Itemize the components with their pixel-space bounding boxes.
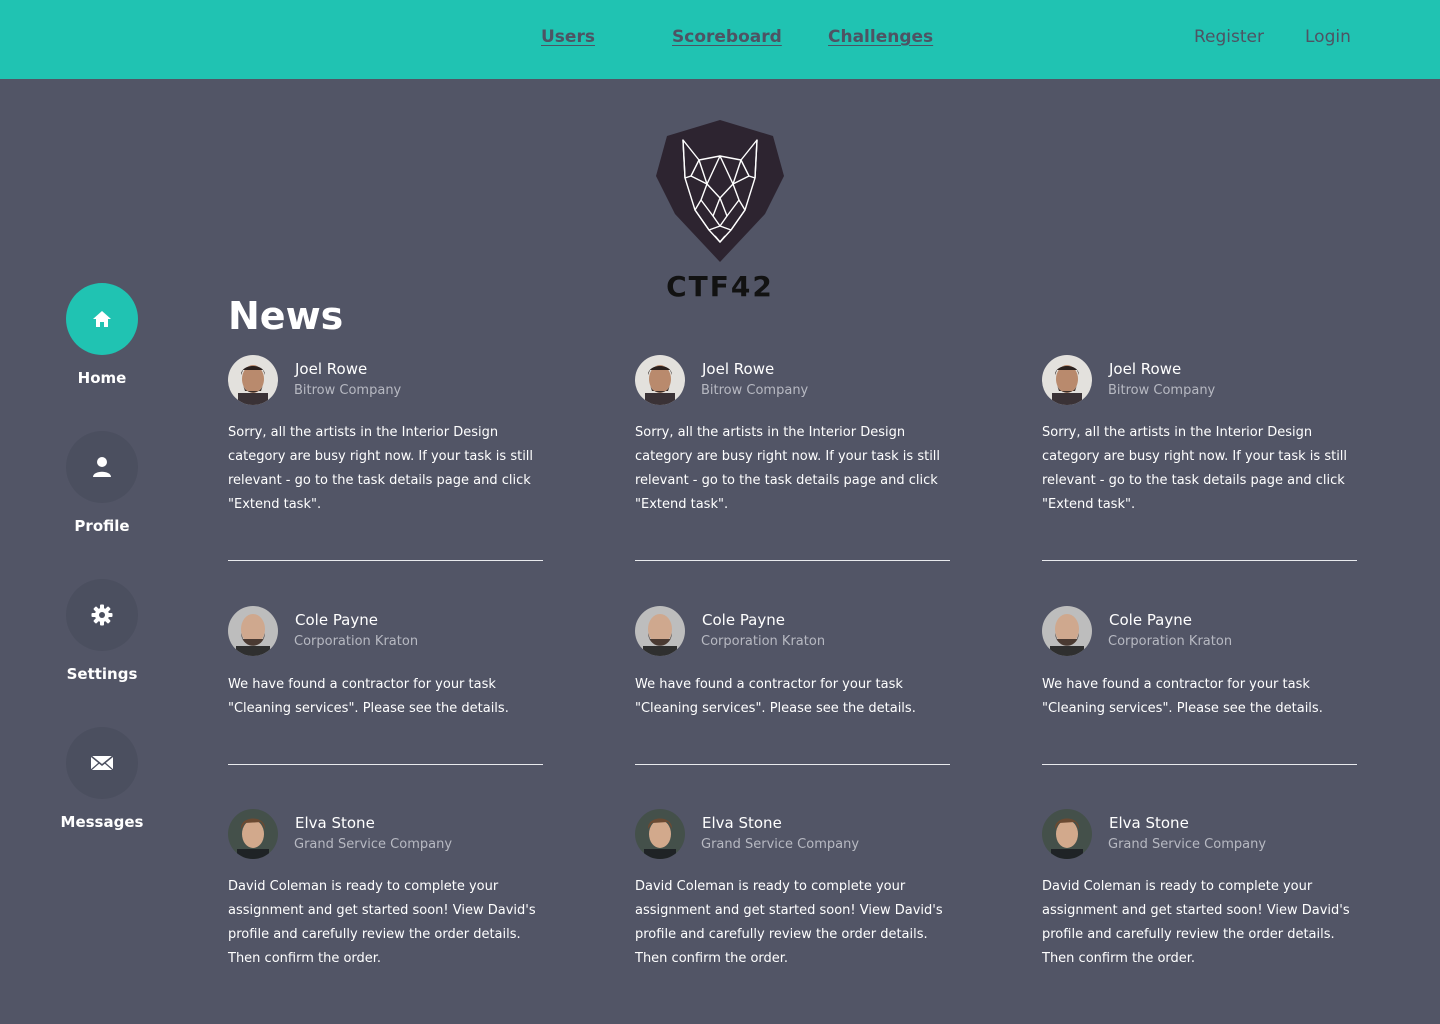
news-card[interactable]: Joel Rowe Bitrow Company Sorry, all the … (1042, 355, 1357, 565)
news-message: Sorry, all the artists in the Interior D… (635, 425, 941, 512)
gear-icon (91, 604, 113, 626)
author-name: Joel Rowe (702, 360, 775, 378)
author-name: Cole Payne (702, 611, 785, 629)
company-name: Corporation Kraton (701, 634, 826, 649)
avatar-joel-rowe (228, 355, 278, 405)
avatar-cole-payne (1042, 606, 1092, 656)
author-name: Cole Payne (295, 611, 378, 629)
author-name: Elva Stone (1109, 814, 1189, 832)
avatar-elva-stone (635, 809, 685, 859)
sidebar-settings-button[interactable] (66, 579, 138, 651)
author-name: Joel Rowe (1109, 360, 1182, 378)
nav-users-link[interactable]: Users (541, 27, 595, 47)
avatar-joel-rowe (635, 355, 685, 405)
author-name: Elva Stone (295, 814, 375, 832)
nav-challenges-link[interactable]: Challenges (828, 27, 933, 47)
company-name: Corporation Kraton (1108, 634, 1233, 649)
news-message: David Coleman is ready to complete your … (1042, 879, 1350, 966)
divider (1042, 560, 1357, 561)
home-icon (93, 311, 111, 327)
sidebar-item-settings[interactable]: Settings (40, 665, 164, 683)
sidebar-messages-button[interactable] (66, 727, 138, 799)
sidebar-profile-button[interactable] (66, 431, 138, 503)
avatar-joel-rowe (1042, 355, 1092, 405)
divider (635, 764, 950, 765)
sidebar-home-button[interactable] (66, 283, 138, 355)
news-message: We have found a contractor for your task… (1042, 677, 1323, 716)
page-title: News (228, 294, 344, 338)
company-name: Corporation Kraton (294, 634, 419, 649)
news-card[interactable]: Elva Stone Grand Service Company David C… (228, 809, 543, 979)
sidebar-item-home[interactable]: Home (40, 369, 164, 387)
user-icon (93, 457, 111, 477)
news-message: Sorry, all the artists in the Interior D… (1042, 425, 1348, 512)
avatar-cole-payne (228, 606, 278, 656)
divider (1042, 764, 1357, 765)
divider (228, 560, 543, 561)
news-message: We have found a contractor for your task… (635, 677, 916, 716)
nav-scoreboard-link[interactable]: Scoreboard (672, 27, 782, 47)
news-card[interactable]: Elva Stone Grand Service Company David C… (635, 809, 950, 979)
news-card[interactable]: Joel Rowe Bitrow Company Sorry, all the … (228, 355, 543, 565)
divider (635, 560, 950, 561)
news-card[interactable]: Elva Stone Grand Service Company David C… (1042, 809, 1357, 979)
avatar-elva-stone (228, 809, 278, 859)
company-name: Bitrow Company (1108, 383, 1216, 398)
news-card[interactable]: Cole Payne Corporation Kraton We have fo… (1042, 606, 1357, 766)
news-message: Sorry, all the artists in the Interior D… (228, 425, 534, 512)
avatar-cole-payne (635, 606, 685, 656)
company-name: Grand Service Company (701, 837, 860, 852)
news-message: David Coleman is ready to complete your … (635, 879, 943, 966)
author-name: Elva Stone (702, 814, 782, 832)
avatar-elva-stone (1042, 809, 1092, 859)
logo-text: CTF42 (666, 270, 774, 303)
news-card[interactable]: Joel Rowe Bitrow Company Sorry, all the … (635, 355, 950, 565)
company-name: Bitrow Company (701, 383, 809, 398)
news-message: David Coleman is ready to complete your … (228, 879, 536, 966)
login-link[interactable]: Login (1305, 27, 1351, 47)
register-link[interactable]: Register (1194, 27, 1264, 47)
envelope-icon (90, 755, 114, 771)
news-message: We have found a contractor for your task… (228, 677, 509, 716)
wolf-shield-logo (655, 118, 785, 264)
company-name: Grand Service Company (294, 837, 453, 852)
news-card[interactable]: Cole Payne Corporation Kraton We have fo… (635, 606, 950, 766)
sidebar-item-messages[interactable]: Messages (40, 813, 164, 831)
company-name: Grand Service Company (1108, 837, 1267, 852)
divider (228, 764, 543, 765)
top-navbar: Users Scoreboard Challenges Register Log… (0, 0, 1440, 79)
author-name: Cole Payne (1109, 611, 1192, 629)
company-name: Bitrow Company (294, 383, 402, 398)
news-card[interactable]: Cole Payne Corporation Kraton We have fo… (228, 606, 543, 766)
sidebar-item-profile[interactable]: Profile (40, 517, 164, 535)
author-name: Joel Rowe (295, 360, 368, 378)
